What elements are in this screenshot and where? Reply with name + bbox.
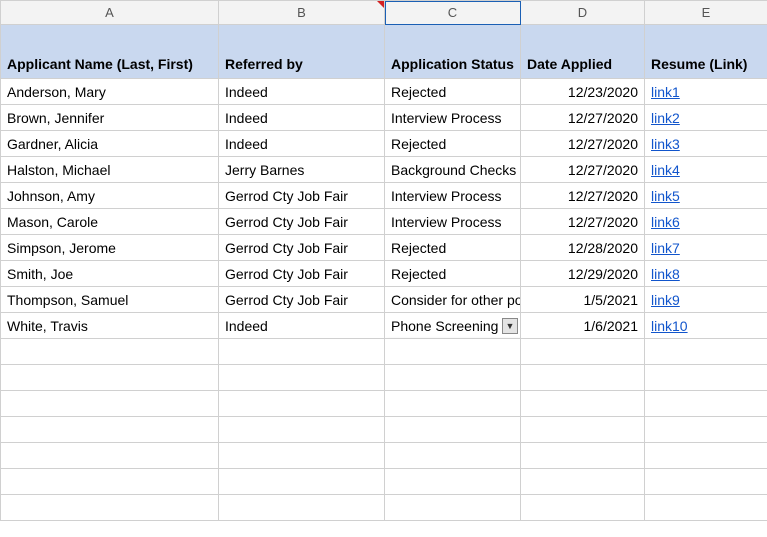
cell-name[interactable]: Mason, Carole [1,209,219,235]
cell-referred[interactable]: Gerrod Cty Job Fair [219,209,385,235]
table-row: Anderson, Mary Indeed Rejected 12/23/202… [1,79,767,105]
header-referred[interactable]: Referred by [219,25,385,79]
cell-status[interactable]: Interview Process [385,183,521,209]
empty-row [1,417,767,443]
cell-status[interactable]: Background Checks [385,157,521,183]
table-row: Johnson, Amy Gerrod Cty Job Fair Intervi… [1,183,767,209]
table-row: Gardner, Alicia Indeed Rejected 12/27/20… [1,131,767,157]
cell-name[interactable]: Gardner, Alicia [1,131,219,157]
cell-date[interactable]: 12/28/2020 [521,235,645,261]
cell-referred[interactable]: Gerrod Cty Job Fair [219,261,385,287]
cell-status[interactable]: Rejected [385,261,521,287]
status-dropdown[interactable]: New Rejected Hired Phone Screening Inter… [385,338,521,339]
empty-row [1,443,767,469]
cell-resume[interactable]: link10 [645,313,767,339]
cell-date[interactable]: 1/6/2021 [521,313,645,339]
col-header-D[interactable]: D [521,1,645,25]
cell-date[interactable]: 12/27/2020 [521,105,645,131]
cell-referred[interactable]: Indeed [219,313,385,339]
header-name[interactable]: Applicant Name (Last, First) [1,25,219,79]
cell-name[interactable]: Anderson, Mary [1,79,219,105]
table-row: Brown, Jennifer Indeed Interview Process… [1,105,767,131]
cell-name[interactable]: Thompson, Samuel [1,287,219,313]
cell-referred[interactable]: Indeed [219,131,385,157]
header-row: Applicant Name (Last, First) Referred by… [1,25,767,79]
col-header-E[interactable]: E [645,1,767,25]
resume-link[interactable]: link10 [651,318,688,334]
cell-resume[interactable]: link1 [645,79,767,105]
cell-resume[interactable]: link4 [645,157,767,183]
table-row: White, Travis Indeed Phone Screening ▼ N… [1,313,767,339]
cell-status[interactable]: Consider for other positions [385,287,521,313]
resume-link[interactable]: link9 [651,292,680,308]
resume-link[interactable]: link3 [651,136,680,152]
cell-name[interactable]: White, Travis [1,313,219,339]
cell-resume[interactable]: link8 [645,261,767,287]
cell-resume[interactable]: link9 [645,287,767,313]
header-status[interactable]: Application Status [385,25,521,79]
table-row: Mason, Carole Gerrod Cty Job Fair Interv… [1,209,767,235]
empty-row [1,495,767,521]
cell-resume[interactable]: link7 [645,235,767,261]
table-row: Halston, Michael Jerry Barnes Background… [1,157,767,183]
empty-row [1,469,767,495]
cell-resume[interactable]: link5 [645,183,767,209]
cell-name[interactable]: Johnson, Amy [1,183,219,209]
column-letter-row: A B C D E [1,1,767,25]
table-row: Simpson, Jerome Gerrod Cty Job Fair Reje… [1,235,767,261]
empty-row [1,365,767,391]
col-header-A[interactable]: A [1,1,219,25]
resume-link[interactable]: link8 [651,266,680,282]
cell-status[interactable]: Rejected [385,131,521,157]
header-date[interactable]: Date Applied [521,25,645,79]
cell-referred[interactable]: Jerry Barnes [219,157,385,183]
resume-link[interactable]: link2 [651,110,680,126]
cell-name[interactable]: Brown, Jennifer [1,105,219,131]
spreadsheet-grid[interactable]: A B C D E Applicant Name (Last, First) R… [0,0,767,521]
header-resume[interactable]: Resume (Link) [645,25,767,79]
cell-date[interactable]: 12/29/2020 [521,261,645,287]
cell-status-active[interactable]: Phone Screening ▼ New Rejected Hired Pho… [385,313,521,339]
cell-resume[interactable]: link6 [645,209,767,235]
cell-referred[interactable]: Gerrod Cty Job Fair [219,183,385,209]
cell-status[interactable]: Interview Process [385,209,521,235]
cell-referred[interactable]: Indeed [219,79,385,105]
resume-link[interactable]: link7 [651,240,680,256]
col-header-B[interactable]: B [219,1,385,25]
table-row: Thompson, Samuel Gerrod Cty Job Fair Con… [1,287,767,313]
cell-date[interactable]: 12/27/2020 [521,183,645,209]
cell-status[interactable]: Interview Process [385,105,521,131]
cell-name[interactable]: Halston, Michael [1,157,219,183]
resume-link[interactable]: link5 [651,188,680,204]
cell-resume[interactable]: link3 [645,131,767,157]
cell-referred[interactable]: Gerrod Cty Job Fair [219,235,385,261]
empty-row [1,391,767,417]
cell-date[interactable]: 1/5/2021 [521,287,645,313]
empty-row [1,339,767,365]
cell-resume[interactable]: link2 [645,105,767,131]
table-row: Smith, Joe Gerrod Cty Job Fair Rejected … [1,261,767,287]
cell-status-value: Phone Screening [391,318,498,334]
dropdown-arrow-icon[interactable]: ▼ [502,318,518,334]
cell-date[interactable]: 12/27/2020 [521,157,645,183]
col-header-C[interactable]: C [385,1,521,25]
cell-referred[interactable]: Gerrod Cty Job Fair [219,287,385,313]
cell-status[interactable]: Rejected [385,235,521,261]
cell-date[interactable]: 12/27/2020 [521,209,645,235]
resume-link[interactable]: link1 [651,84,680,100]
cell-date[interactable]: 12/23/2020 [521,79,645,105]
resume-link[interactable]: link6 [651,214,680,230]
resume-link[interactable]: link4 [651,162,680,178]
grid-body: Applicant Name (Last, First) Referred by… [1,25,767,521]
cell-name[interactable]: Smith, Joe [1,261,219,287]
cell-date[interactable]: 12/27/2020 [521,131,645,157]
cell-name[interactable]: Simpson, Jerome [1,235,219,261]
cell-referred[interactable]: Indeed [219,105,385,131]
cell-status[interactable]: Rejected [385,79,521,105]
